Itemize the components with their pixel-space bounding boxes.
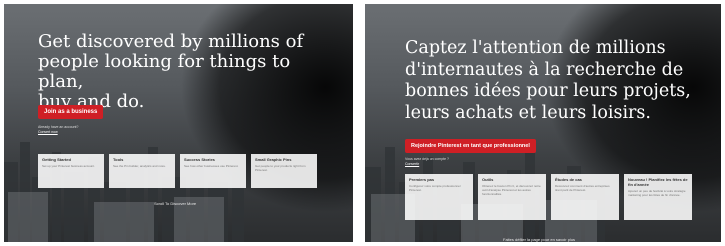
feature-cards: Premiers pas Configurez votre compte pro… <box>405 174 692 220</box>
convert-account-link[interactable]: Convert now <box>38 130 78 135</box>
existing-account-prompt: Already have an account? Convert now <box>38 125 78 135</box>
join-pinterest-professional-button[interactable]: Rejoindre Pinterest en tant que professi… <box>405 139 536 153</box>
card-title: Small Graphic Pins <box>255 157 292 162</box>
card-title: Tools <box>113 157 124 162</box>
headline-line: d'internautes à la recherche de <box>405 59 684 80</box>
card-title: Getting Started <box>42 157 71 162</box>
card-getting-started[interactable]: Getting Started Set up your Pinterest bu… <box>38 154 104 188</box>
headline-line: bonnes idées pour leurs projets, <box>405 81 691 101</box>
card-description: Obtenez le bouton Pin It, et découvrez n… <box>482 184 541 196</box>
account-prompt-text: Already have an account? <box>38 125 79 129</box>
headline-line: Get discovered by millions of <box>38 31 304 52</box>
hero-headline: Get discovered by millions of people loo… <box>38 32 338 112</box>
card-outils[interactable]: Outils Obtenez le bouton Pin It, et déco… <box>478 174 546 220</box>
card-description: Set up your Pinterest business account. <box>42 164 95 168</box>
hero-panel-english: Get discovered by millions of people loo… <box>4 4 353 242</box>
card-description: Configurez votre compte professionnel Pi… <box>409 184 461 192</box>
card-description: See how other businesses use Pinterest. <box>184 164 239 168</box>
scroll-discover-more-link[interactable]: Faites défiler la page pour en savoir pl… <box>503 237 575 242</box>
hero-headline: Captez l'attention de millions d'interna… <box>405 38 715 124</box>
card-description: Ajoutez un peu de festivité à votre stra… <box>628 189 686 197</box>
card-success-stories[interactable]: Success Stories See how other businesses… <box>180 154 246 188</box>
card-fetes-fin-annee[interactable]: Nouveau ! Planifiez les fêtes de fin d'a… <box>624 174 692 220</box>
hero-panel-french: Captez l'attention de millions d'interna… <box>365 4 721 242</box>
headline-line: leurs achats et leurs loisirs. <box>405 102 651 123</box>
card-etudes-de-cas[interactable]: Études de cas Découvrez comment d'autres… <box>551 174 619 220</box>
scroll-discover-more-link[interactable]: Scroll To Discover More <box>154 201 196 206</box>
card-graphic-pins[interactable]: Small Graphic Pins Get people to your pr… <box>251 154 317 188</box>
card-title: Nouveau ! Planifiez les fêtes de fin d'a… <box>628 177 688 187</box>
card-title: Success Stories <box>184 157 215 162</box>
card-description: See the Pin builder, analytics and more. <box>113 164 166 168</box>
headline-line: people looking for things to plan, <box>38 51 291 92</box>
card-description: Get people to your products right from P… <box>255 164 306 172</box>
card-title: Premiers pas <box>409 177 435 182</box>
card-title: Études de cas <box>555 177 582 182</box>
card-description: Découvrez comment d'autres entreprises t… <box>555 184 610 192</box>
headline-line: Captez l'attention de millions <box>405 38 666 58</box>
feature-cards: Getting Started Set up your Pinterest bu… <box>38 154 317 188</box>
account-prompt-text: Vous avez déjà un compte ? <box>405 157 449 161</box>
card-title: Outils <box>482 177 494 182</box>
card-premiers-pas[interactable]: Premiers pas Configurez votre compte pro… <box>405 174 473 220</box>
join-as-business-button[interactable]: Join as a business <box>38 105 104 119</box>
card-tools[interactable]: Tools See the Pin builder, analytics and… <box>109 154 175 188</box>
existing-account-prompt: Vous avez déjà un compte ? Convertir <box>405 157 449 167</box>
convert-account-link[interactable]: Convertir <box>405 162 449 167</box>
